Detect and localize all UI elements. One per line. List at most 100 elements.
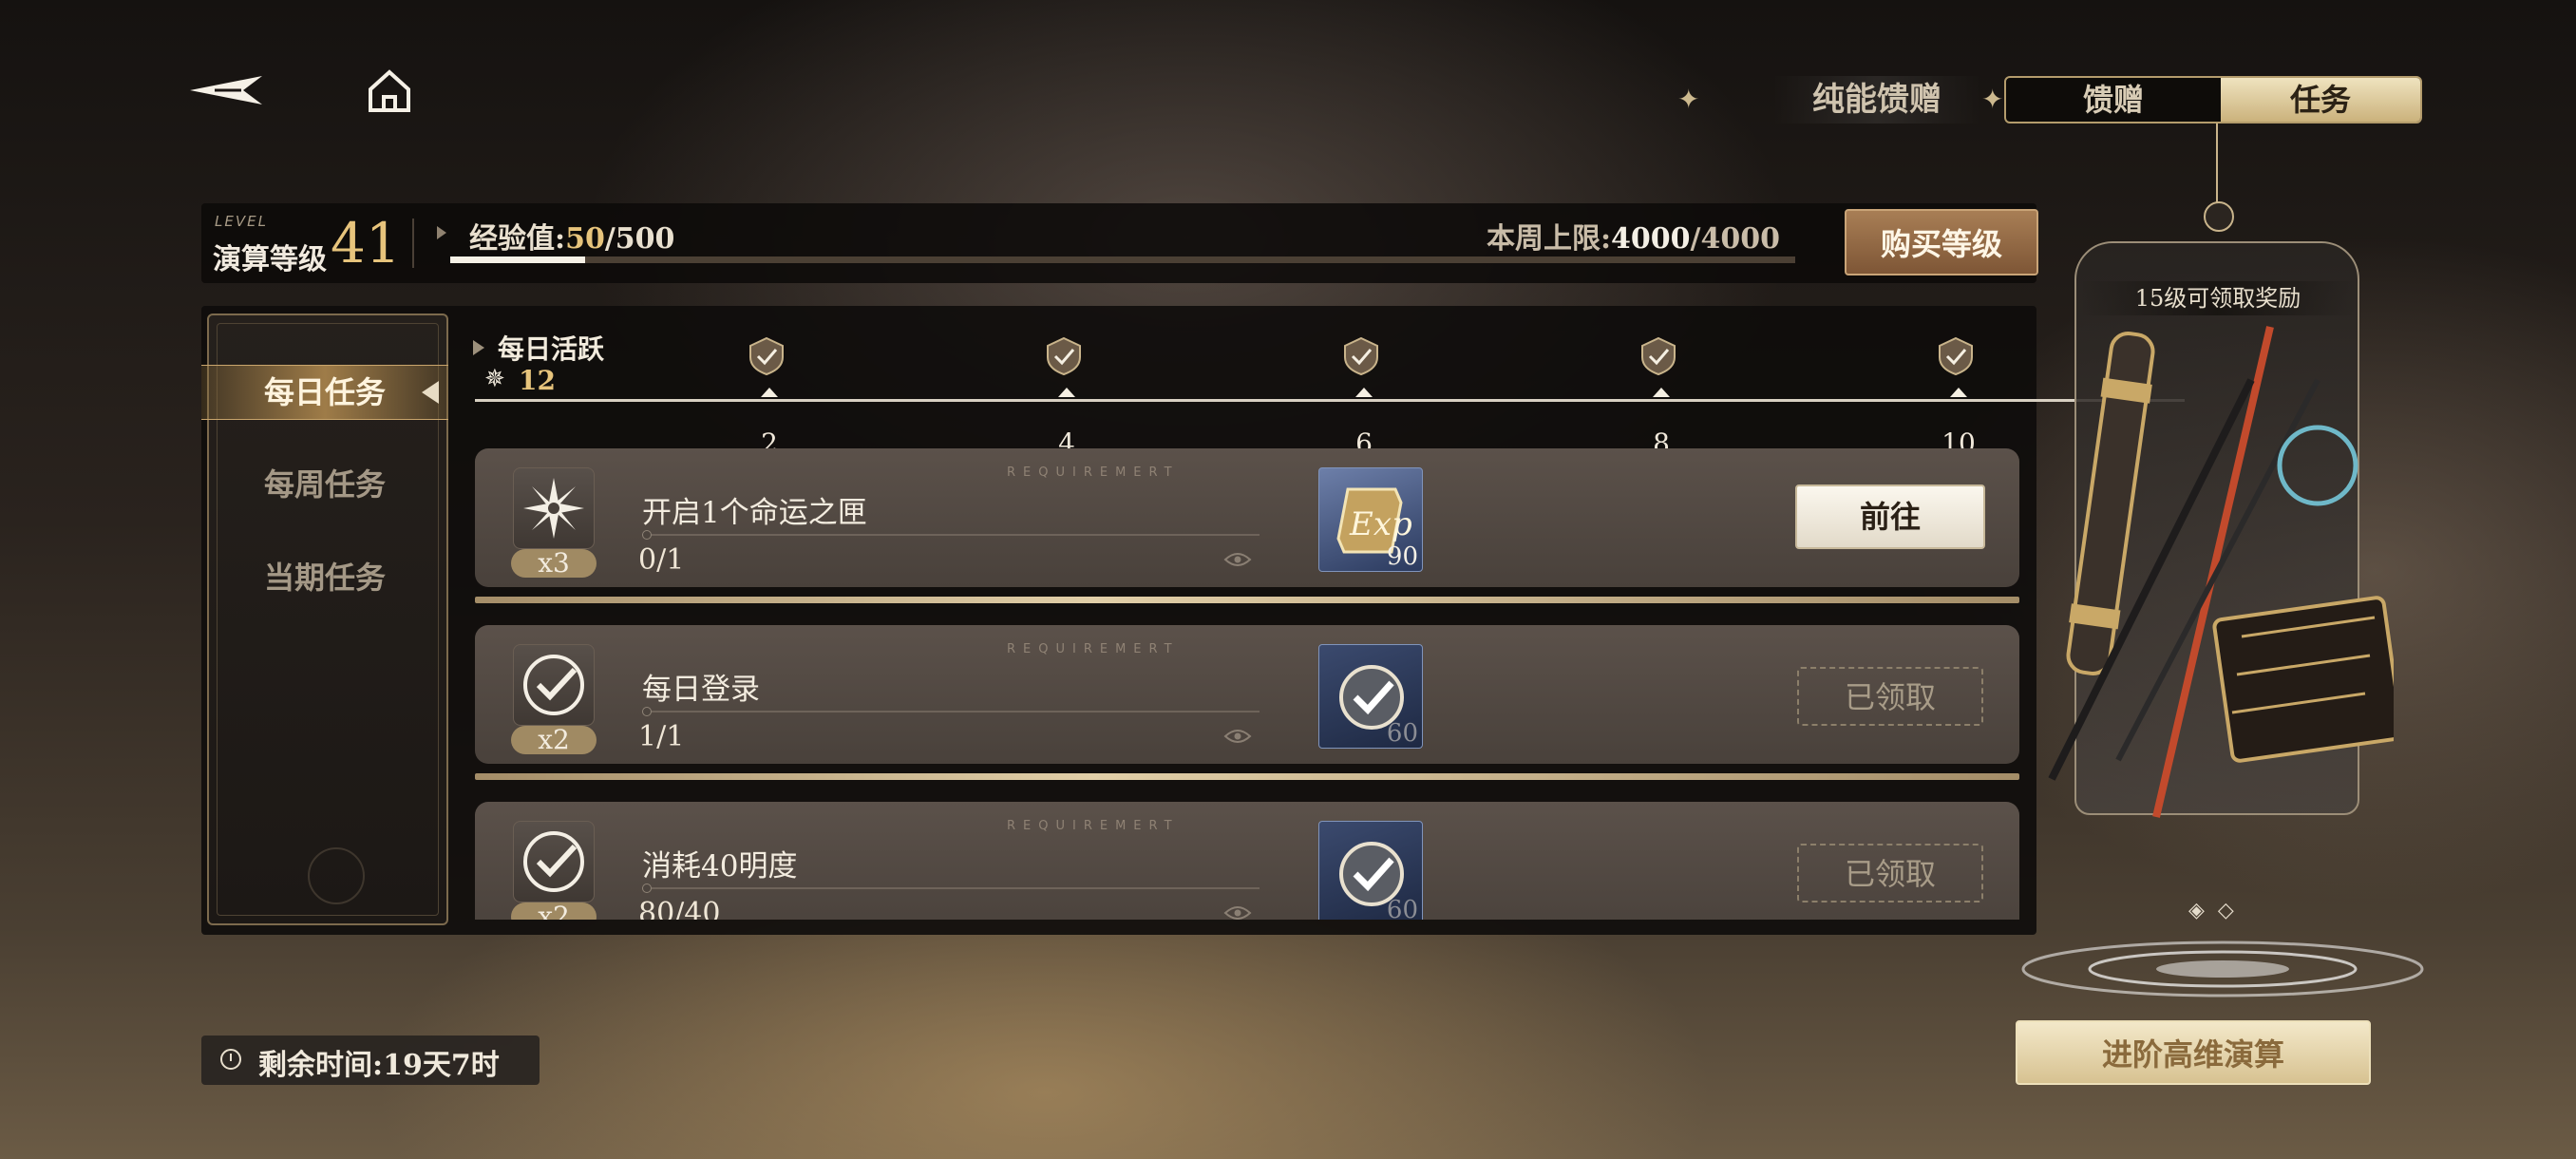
task-name: 开启1个命运之匣: [642, 496, 867, 530]
checkmark-icon: [523, 655, 584, 715]
progress-dot: [642, 707, 652, 716]
eye-icon[interactable]: [1223, 904, 1252, 920]
task-icon: [513, 644, 595, 726]
buy-level-button[interactable]: 购买等级: [1845, 209, 2038, 276]
tab-group: 馈赠 任务: [2004, 76, 2422, 124]
task-list[interactable]: x3 REQUIREMERT 开启1个命运之匣 0/1 Exp 90 前往 x2…: [475, 448, 2019, 920]
task-name: 消耗40明度: [642, 849, 798, 884]
task-progress-line: [642, 711, 1260, 712]
back-button[interactable]: [186, 66, 268, 114]
reward-quantity: 60: [1386, 896, 1418, 920]
task-multiplier: x3: [511, 549, 597, 578]
progress-dot: [642, 884, 652, 893]
task-row: x3 REQUIREMERT 开启1个命运之匣 0/1 Exp 90 前往: [475, 448, 2019, 587]
top-tabs: ✦ 纯能馈赠 ✦ 馈赠 任务: [1615, 76, 2451, 124]
divider: [412, 218, 414, 268]
sidebar-item-daily[interactable]: 每日任务: [201, 365, 448, 420]
checkmark-icon: [523, 831, 584, 892]
task-separator: [475, 597, 2019, 603]
tab-star-icon: ✦: [1677, 84, 1700, 115]
task-icon: [513, 467, 595, 549]
eye-icon[interactable]: [1223, 551, 1252, 568]
claimed-button: 已领取: [1797, 844, 1983, 902]
exp-progress-bar: [450, 256, 1795, 263]
daily-title: 每日活跃: [498, 333, 605, 365]
level-small-label: LEVEL: [215, 213, 268, 230]
milestone[interactable]: 8: [1638, 336, 1684, 459]
task-icon: [513, 821, 595, 902]
weekly-current: 4000: [1611, 222, 1691, 256]
star-burst-icon: [523, 478, 584, 539]
advance-button[interactable]: 进阶高维演算: [2016, 1020, 2371, 1085]
milestone[interactable]: 10: [1936, 336, 1981, 459]
emblem-icon: [308, 847, 365, 904]
task-name: 每日登录: [642, 673, 760, 707]
weekly-label: 本周上限:: [1486, 222, 1612, 256]
task-row: x2 REQUIREMERT 消耗40明度 80/40 60 已领取: [475, 802, 2019, 920]
task-progress: 80/40: [638, 897, 721, 920]
milestone-tick: [1058, 388, 1075, 397]
clock-icon: [220, 1049, 241, 1070]
exp-text: 经验值:50/500: [469, 215, 674, 256]
task-progress-line: [642, 887, 1260, 889]
home-icon: [369, 69, 410, 112]
tab-task[interactable]: 任务: [2221, 78, 2420, 122]
home-button[interactable]: [361, 63, 418, 120]
milestone-tick: [1653, 388, 1670, 397]
exp-progress-fill: [450, 256, 585, 263]
progress-dot: [642, 530, 652, 540]
milestone-tick: [761, 388, 778, 397]
task-progress: 1/1: [638, 720, 685, 753]
task-row: x2 REQUIREMERT 每日登录 1/1 60 已领取: [475, 625, 2019, 764]
milestone-check-icon: [1641, 336, 1676, 376]
daily-score: 12: [519, 365, 556, 396]
level-label: 演算等级: [213, 243, 327, 276]
claimed-button: 已领取: [1797, 667, 1983, 726]
sidebar-item-season[interactable]: 当期任务: [201, 551, 448, 604]
tab-star-icon: ✦: [1981, 84, 2004, 115]
reward-quantity: 90: [1386, 542, 1418, 571]
go-button[interactable]: 前往: [1795, 484, 1985, 549]
milestone-tick: [1355, 388, 1373, 397]
activity-track: [475, 399, 2185, 402]
sidebar-item-weekly[interactable]: 每周任务: [201, 458, 448, 511]
activity-star-icon: ✵: [484, 365, 505, 393]
daily-arrow-icon: [473, 340, 484, 355]
requirement-label: REQUIREMERT: [1007, 819, 1180, 833]
level-value: 41: [331, 211, 401, 276]
pager-dots[interactable]: ◈◇: [2188, 899, 2247, 922]
sidebar-item-label: 当期任务: [263, 560, 386, 596]
sidebar-item-label: 每日任务: [263, 374, 386, 410]
milestone-check-icon: [749, 336, 784, 376]
weapons-reward-art: [2048, 326, 2394, 818]
timer-value: 19天7时: [383, 1049, 500, 1082]
milestone[interactable]: 6: [1341, 336, 1387, 459]
timer-label: 剩余时间:: [258, 1049, 384, 1082]
milestone[interactable]: 2: [747, 336, 792, 459]
task-separator: [475, 773, 2019, 780]
pedestal-glow: [2021, 940, 2424, 998]
task-multiplier: x2: [511, 902, 597, 920]
weekly-max: /4000: [1690, 222, 1780, 256]
requirement-label: REQUIREMERT: [1007, 466, 1180, 480]
task-multiplier: x2: [511, 726, 597, 754]
back-arrow-icon: [190, 76, 262, 104]
tab-gift[interactable]: 馈赠: [2006, 78, 2221, 122]
task-progress: 0/1: [638, 543, 685, 577]
exp-arrow-icon: [437, 226, 446, 239]
tab-pure-gift[interactable]: 纯能馈赠: [1772, 76, 1981, 124]
reward-item[interactable]: 60: [1318, 644, 1423, 749]
eye-icon[interactable]: [1223, 728, 1252, 745]
timer-text: 剩余时间:19天7时: [258, 1041, 500, 1083]
milestone-check-icon: [1344, 336, 1378, 376]
milestone[interactable]: 4: [1044, 336, 1089, 459]
svg-text:Exp: Exp: [1349, 505, 1412, 543]
reward-item[interactable]: 60: [1318, 821, 1423, 920]
reward-item[interactable]: Exp 90: [1318, 467, 1423, 572]
requirement-label: REQUIREMERT: [1007, 642, 1180, 656]
sidebar-item-label: 每周任务: [263, 466, 386, 503]
reward-banner: 15级可领取奖励: [2080, 281, 2356, 315]
task-progress-line: [642, 534, 1260, 536]
exp-label: 经验值:: [469, 222, 566, 256]
remaining-time: 剩余时间:19天7时: [201, 1036, 540, 1085]
